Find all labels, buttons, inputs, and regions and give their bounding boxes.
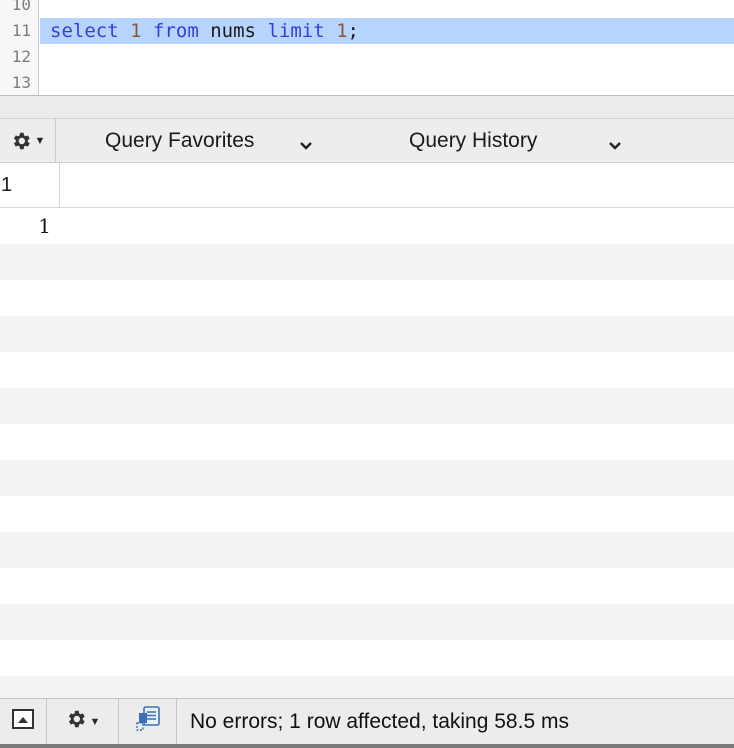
empty-row [0,604,734,640]
empty-row [0,568,734,604]
empty-row [0,676,734,698]
query-history-dropdown[interactable]: Query History [409,119,639,162]
code-line[interactable] [40,44,734,70]
dropdown-caret-icon: ▼ [89,715,101,728]
query-log-icon [133,704,163,739]
line-number: 11 [11,21,31,40]
empty-row [0,460,734,496]
results-settings-button[interactable]: ▼ [47,699,119,744]
query-info-button[interactable] [119,699,177,744]
empty-row [0,496,734,532]
column-header[interactable]: 1 [0,163,60,207]
sql-number-token: 1 [130,20,142,42]
empty-row [0,352,734,388]
gear-icon [10,130,32,152]
sql-space-token [199,20,210,42]
sql-keyword-token: limit [267,20,325,42]
empty-row [0,640,734,676]
sql-space-token [256,20,267,42]
status-message: No errors; 1 row affected, taking 58.5 m… [190,710,569,733]
query-favorites-dropdown[interactable]: Query Favorites [105,119,335,162]
pane-splitter[interactable] [0,95,734,119]
sql-keyword-token: select [50,20,119,42]
code-line[interactable] [40,0,734,18]
empty-row [0,532,734,568]
window-bottom-edge [0,744,734,748]
sql-space-token [142,20,153,42]
empty-row [0,316,734,352]
table-cell[interactable]: 1 [0,208,51,244]
line-number: 13 [11,73,31,92]
table-row[interactable]: 1 [0,208,734,244]
sql-keyword-token: from [153,20,199,42]
query-toolbar: ▼ Query Favorites Query History [0,119,734,163]
sql-space-token [325,20,336,42]
query-favorites-label: Query Favorites [105,128,255,152]
empty-row [0,424,734,460]
sql-identifier-token: nums [210,20,256,42]
chevron-down-icon [299,133,313,157]
chevron-down-icon [608,133,622,157]
query-history-label: Query History [409,128,538,152]
empty-row [0,244,734,280]
toggle-panel-button[interactable] [0,699,47,744]
code-line[interactable] [40,70,734,95]
empty-row [0,388,734,424]
selected-code-line[interactable]: select 1 from nums limit 1; [40,18,734,44]
results-table: 1 1 [0,163,734,698]
empty-row [0,280,734,316]
line-number: 10 [11,0,31,14]
gear-icon [65,708,87,735]
editor-settings-button[interactable]: ▼ [0,119,56,162]
sql-identifier-token: ; [347,20,359,42]
status-bar: ▼ No errors; 1 row affected, taking 58.5… [0,698,734,748]
sql-space-token [119,20,130,42]
panel-toggle-icon [12,709,34,734]
query-editor[interactable]: 10 11 select 1 from nums limit 1; 12 13 [0,0,734,95]
results-header-row: 1 [0,163,734,208]
sql-number-token: 1 [336,20,348,42]
line-number: 12 [11,47,31,66]
dropdown-caret-icon: ▼ [34,134,46,147]
